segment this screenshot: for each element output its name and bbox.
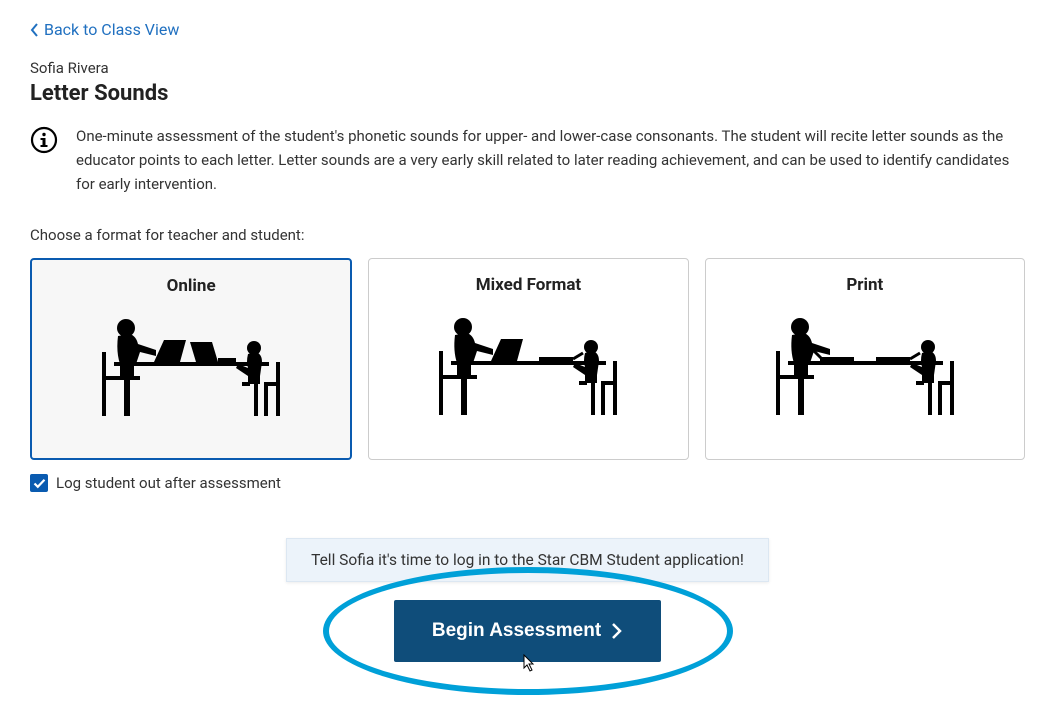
begin-wrapper: Begin Assessment xyxy=(394,600,661,662)
format-card-title: Online xyxy=(167,276,216,296)
page-title: Letter Sounds xyxy=(30,81,1025,106)
logout-checkbox-row: Log student out after assessment xyxy=(30,474,1025,492)
mixed-illustration xyxy=(433,311,623,421)
info-text: One-minute assessment of the student's p… xyxy=(76,124,1025,196)
format-card-title: Print xyxy=(846,275,883,295)
format-grid: Online xyxy=(30,258,1025,460)
print-illustration xyxy=(770,311,960,421)
check-icon xyxy=(33,478,46,489)
student-name: Sofia Rivera xyxy=(30,59,1025,77)
info-row: One-minute assessment of the student's p… xyxy=(30,124,1025,196)
format-card-print[interactable]: Print xyxy=(705,258,1025,460)
tooltip: Tell Sofia it's time to log in to the St… xyxy=(286,538,769,582)
online-illustration xyxy=(96,312,286,422)
format-card-online[interactable]: Online xyxy=(30,258,352,460)
choose-format-label: Choose a format for teacher and student: xyxy=(30,226,1025,244)
logout-checkbox-label: Log student out after assessment xyxy=(56,474,281,492)
begin-assessment-button[interactable]: Begin Assessment xyxy=(394,600,661,662)
format-card-title: Mixed Format xyxy=(476,275,581,295)
back-link-label: Back to Class View xyxy=(44,20,179,39)
info-icon xyxy=(30,126,58,154)
action-area: Tell Sofia it's time to log in to the St… xyxy=(30,538,1025,662)
begin-button-label: Begin Assessment xyxy=(432,620,601,642)
chevron-right-icon xyxy=(611,622,623,640)
chevron-left-icon xyxy=(30,22,40,38)
logout-checkbox[interactable] xyxy=(30,474,48,492)
format-card-mixed[interactable]: Mixed Format xyxy=(368,258,688,460)
back-link[interactable]: Back to Class View xyxy=(30,20,179,39)
